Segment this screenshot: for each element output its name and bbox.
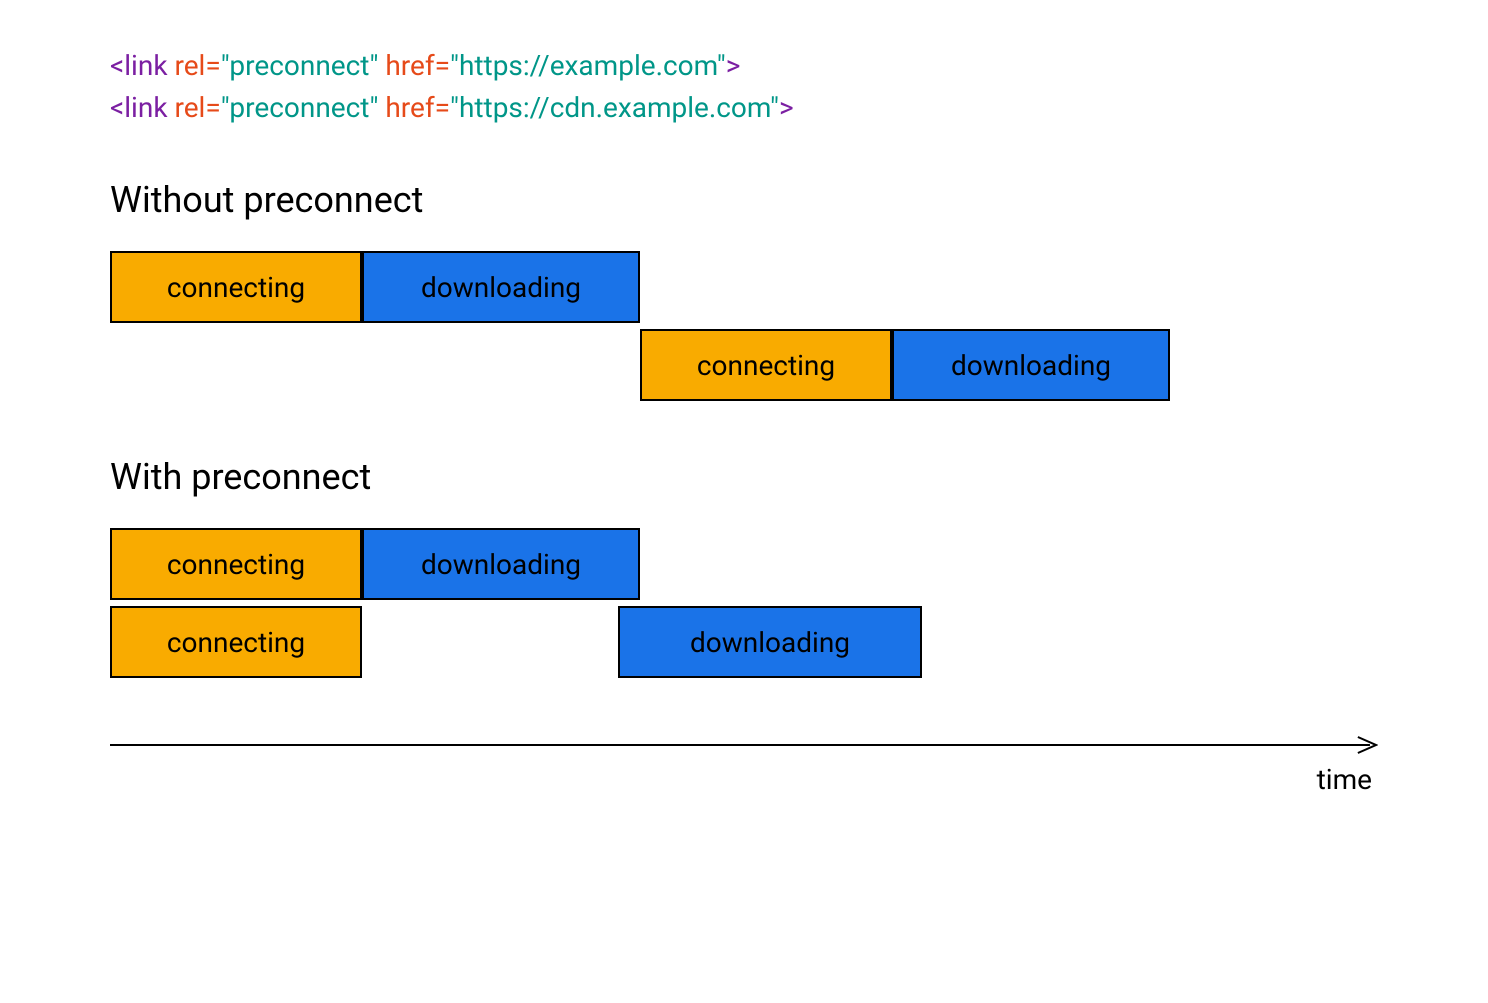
section-with: With preconnect connectingdownloadingcon… <box>110 456 1378 678</box>
code-block: <link rel="preconnect" href="https://exa… <box>110 45 1378 129</box>
tok-val: "https://cdn.example.com" <box>450 91 779 124</box>
downloading-bar: downloading <box>362 251 640 323</box>
axis-label: time <box>1317 763 1372 796</box>
tok-val: "preconnect" <box>221 49 379 82</box>
timeline-row: connecting downloading <box>110 606 1378 678</box>
tok-open: <link <box>110 49 168 82</box>
code-line-2: <link rel="preconnect" href="https://cdn… <box>110 87 1378 129</box>
tok-attr: href <box>385 91 434 124</box>
code-line-1: <link rel="preconnect" href="https://exa… <box>110 45 1378 87</box>
tok-close: > <box>779 91 794 124</box>
tok-attr: rel <box>174 91 205 124</box>
downloading-bar: downloading <box>618 606 922 678</box>
connecting-bar: connecting <box>640 329 892 401</box>
connecting-bar: connecting <box>110 251 362 323</box>
section-title: With preconnect <box>110 456 1378 498</box>
tok-val: "preconnect" <box>221 91 379 124</box>
tok-close: > <box>726 49 741 82</box>
arrow-right-icon <box>110 733 1378 757</box>
timeline-row: connectingdownloading <box>110 528 1378 600</box>
downloading-bar: downloading <box>892 329 1170 401</box>
tok-val: "https://example.com" <box>450 49 726 82</box>
tok-open: <link <box>110 91 168 124</box>
connecting-bar: connecting <box>110 528 362 600</box>
tok-attr: rel <box>174 49 205 82</box>
downloading-bar: downloading <box>362 528 640 600</box>
timeline-without: connectingdownloadingconnectingdownloadi… <box>110 251 1378 401</box>
tok-attr: href <box>385 49 434 82</box>
section-title: Without preconnect <box>110 179 1378 221</box>
time-axis: time <box>110 733 1378 796</box>
timeline-row: connectingdownloading <box>110 329 1378 401</box>
timeline-row: connectingdownloading <box>110 251 1378 323</box>
section-without: Without preconnect connectingdownloading… <box>110 179 1378 401</box>
timeline-with: connectingdownloadingconnectingdownloadi… <box>110 528 1378 678</box>
connecting-bar: connecting <box>110 606 362 678</box>
